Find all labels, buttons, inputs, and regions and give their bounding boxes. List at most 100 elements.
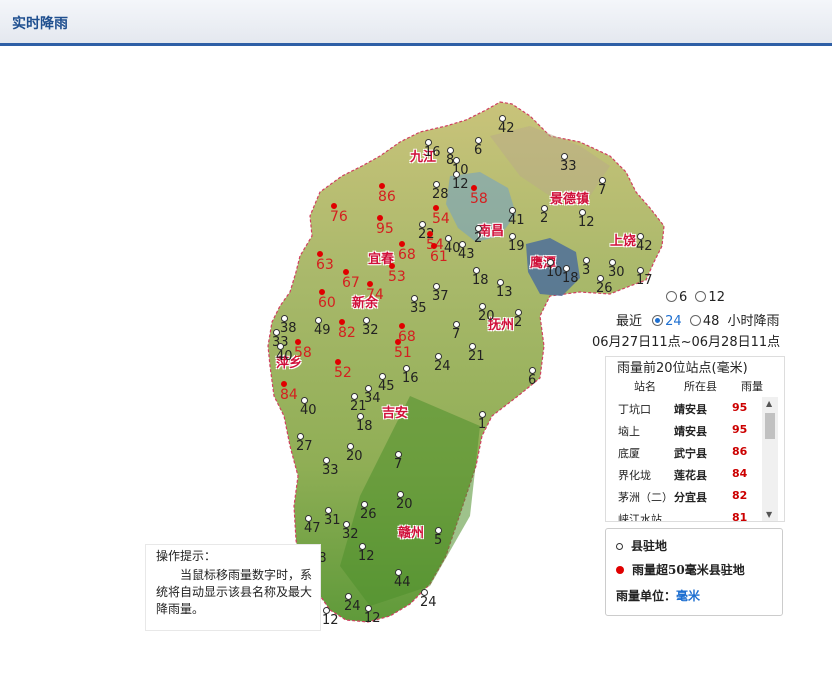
station-rain-value[interactable]: 12 — [578, 216, 595, 229]
station-rain-value[interactable]: 41 — [508, 214, 525, 227]
station-rain-value[interactable]: 76 — [330, 210, 348, 224]
top-stations-panel: 雨量前20位站点(毫米) 站名 所在县 雨量 丁坑口 靖安县 95 垴上 靖安县 95 底厦… — [605, 356, 785, 522]
station-rain-value[interactable]: 18 — [472, 274, 489, 287]
top-stations-title: 雨量前20位站点(毫米) — [617, 361, 748, 376]
station-rain-value[interactable]: 16 — [402, 372, 419, 385]
station-rain-value[interactable]: 52 — [334, 366, 352, 380]
station-rain-value[interactable]: 13 — [496, 286, 513, 299]
station-rain-value[interactable]: 10 — [546, 266, 563, 279]
legend-county-station: 县驻地 — [616, 537, 667, 554]
station-rain-value[interactable]: 95 — [376, 222, 394, 236]
station-rain-value[interactable]: 2 — [540, 212, 548, 225]
station-rain-value[interactable]: 67 — [342, 276, 360, 290]
station-rain-value[interactable]: 27 — [296, 440, 313, 453]
station-rain-value[interactable]: 35 — [410, 302, 427, 315]
legend-over50-station: 雨量超50毫米县驻地 — [616, 561, 745, 578]
station-rain-value[interactable]: 42 — [498, 122, 515, 135]
tips-title: 操作提示： — [156, 549, 217, 563]
header-rain: 雨量 — [741, 380, 763, 393]
station-rain-value[interactable]: 54 — [432, 212, 450, 226]
station-rain-value[interactable]: 58 — [294, 346, 312, 360]
station-rain-value[interactable]: 3 — [582, 264, 590, 277]
station-rain-value[interactable]: 63 — [316, 258, 334, 272]
station-rain-value[interactable]: 32 — [342, 528, 359, 541]
station-rain-value[interactable]: 20 — [396, 498, 413, 511]
station-rain-value[interactable]: 84 — [280, 388, 298, 402]
station-rain-value[interactable]: 51 — [394, 346, 412, 360]
option-12h[interactable]: 12 — [695, 290, 725, 305]
station-rain-value[interactable]: 18 — [562, 272, 579, 285]
station-rain-value[interactable]: 86 — [378, 190, 396, 204]
option-6h[interactable]: 6 — [666, 290, 687, 305]
station-rain-value[interactable]: 7 — [452, 328, 460, 341]
station-name-cell: 丁坑口 — [618, 403, 651, 416]
station-rain-value[interactable]: 21 — [468, 350, 485, 363]
station-name-cell: 茅洲（二） — [618, 491, 673, 504]
station-rain-value[interactable]: 5 — [434, 534, 442, 547]
station-rain-value[interactable]: 1 — [478, 418, 486, 431]
station-rain-value[interactable]: 44 — [394, 576, 411, 589]
radio-24h[interactable] — [652, 315, 664, 326]
station-rain-value[interactable]: 42 — [636, 240, 653, 253]
station-rain-value[interactable]: 2 — [474, 232, 482, 245]
radio-48h[interactable] — [689, 315, 701, 326]
station-rain-value[interactable]: 30 — [608, 266, 625, 279]
page-title: 实时降雨 — [12, 16, 68, 32]
station-rain-value[interactable]: 40 — [276, 350, 293, 363]
station-rain-value[interactable]: 37 — [432, 290, 449, 303]
station-rain-value[interactable]: 68 — [398, 248, 416, 262]
option-48h[interactable]: 48 — [689, 314, 719, 329]
county-cell: 莲花县 — [674, 469, 707, 482]
station-rain-value[interactable]: 33 — [560, 160, 577, 173]
station-rain-value[interactable]: 21 — [350, 400, 367, 413]
station-rain-value[interactable]: 7 — [598, 184, 606, 197]
station-rain-value[interactable]: 49 — [314, 324, 331, 337]
station-rain-value[interactable]: 61 — [430, 250, 448, 264]
station-rain-value[interactable]: 47 — [304, 522, 321, 535]
station-rain-value[interactable]: 19 — [508, 240, 525, 253]
station-rain-value[interactable]: 28 — [432, 188, 449, 201]
station-rain-value[interactable]: 26 — [596, 282, 613, 295]
station-rain-value[interactable]: 74 — [366, 288, 384, 302]
station-rain-value[interactable]: 6 — [528, 374, 536, 387]
scroll-up-icon[interactable]: ▲ — [766, 399, 772, 408]
station-rain-value[interactable]: 12 — [322, 614, 339, 627]
station-rain-value[interactable]: 26 — [360, 508, 377, 521]
station-rain-value[interactable]: 18 — [356, 420, 373, 433]
tips-body: 当鼠标移雨量数字时，系统将自动显示该县名称及最大降雨量。 — [156, 568, 313, 616]
station-rain-value[interactable]: 24 — [344, 600, 361, 613]
station-rain-value[interactable]: 6 — [474, 144, 482, 157]
station-rain-value[interactable]: 2 — [514, 316, 522, 329]
radio-6h[interactable] — [666, 291, 677, 302]
top-stations-list[interactable]: 丁坑口 靖安县 95 垴上 靖安县 95 底厦 武宁县 86 界化垅 莲花县 84 茅洲（二） 分宜县 82… — [606, 397, 762, 521]
radio-12h[interactable] — [695, 291, 707, 302]
station-rain-value[interactable]: 38 — [280, 322, 297, 335]
station-rain-value[interactable]: 12 — [452, 178, 469, 191]
station-rain-value[interactable]: 60 — [318, 296, 336, 310]
list-scrollbar[interactable]: ▲ ▼ — [762, 397, 778, 521]
station-rain-value[interactable]: 12 — [358, 550, 375, 563]
station-rain-value[interactable]: 58 — [470, 192, 488, 206]
station-rain-value[interactable]: 82 — [338, 326, 356, 340]
station-rain-value[interactable]: 24 — [434, 360, 451, 373]
scroll-thumb[interactable] — [765, 413, 775, 439]
station-rain-value[interactable]: 12 — [364, 612, 381, 625]
county-cell: 靖安县 — [674, 403, 707, 416]
station-name-cell: 底厦 — [618, 447, 640, 460]
station-rain-value[interactable]: 20 — [478, 310, 495, 323]
station-rain-value[interactable]: 32 — [362, 324, 379, 337]
station-rain-value[interactable]: 33 — [322, 464, 339, 477]
station-rain-value[interactable]: 20 — [346, 450, 363, 463]
station-rain-value[interactable]: 7 — [394, 458, 402, 471]
station-rain-value[interactable]: 43 — [458, 248, 475, 261]
station-rain-value[interactable]: 17 — [636, 274, 653, 287]
city-label: 景德镇 — [550, 192, 590, 207]
scroll-down-icon[interactable]: ▼ — [766, 510, 772, 519]
station-rain-value[interactable]: 53 — [388, 270, 406, 284]
station-rain-value[interactable]: 40 — [300, 404, 317, 417]
red-dot-icon — [616, 566, 624, 574]
option-24h[interactable]: 24 — [652, 314, 682, 329]
station-rain-value[interactable]: 16 — [424, 146, 441, 159]
station-rain-value[interactable]: 31 — [324, 514, 341, 527]
station-rain-value[interactable]: 24 — [420, 596, 437, 609]
